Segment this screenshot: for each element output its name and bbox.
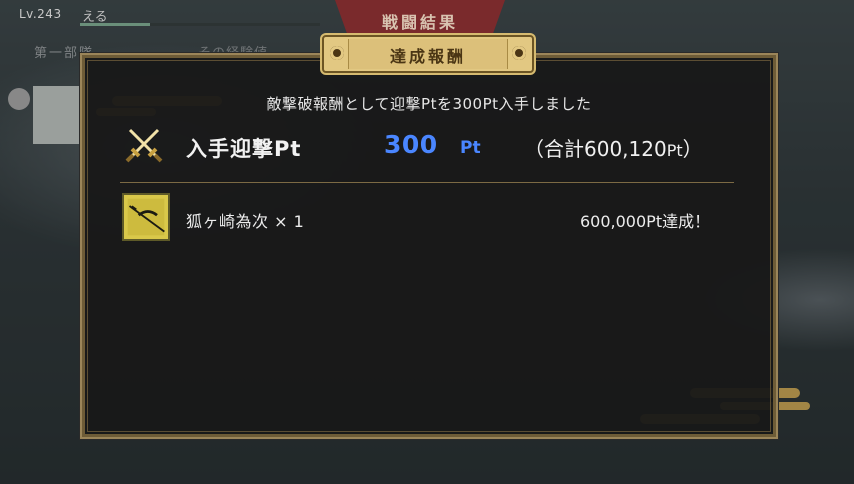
reward-description: 敵撃破報酬として迎撃Ptを300Pt入手しました xyxy=(266,95,592,113)
dialog-title: 達成報酬 xyxy=(389,47,466,66)
sword-item-icon xyxy=(122,193,170,241)
result-banner-title: 戦闘結果 xyxy=(381,13,458,32)
points-total-unit: Pt xyxy=(666,141,683,160)
points-label: 入手迎撃Pt xyxy=(186,137,302,161)
points-unit: Pt xyxy=(460,138,481,158)
reward-item-name: 狐ヶ崎為次 × 1 xyxy=(186,212,305,231)
unit-card xyxy=(33,86,83,144)
reward-dialog-inner-border xyxy=(87,60,771,432)
player-level: Lv.243 xyxy=(19,7,62,21)
points-total: （合計600,120Pt） xyxy=(524,133,703,162)
section-divider xyxy=(120,182,734,183)
crest-icon xyxy=(8,88,30,110)
points-total-suffix: ） xyxy=(682,137,703,161)
exp-bar xyxy=(80,23,320,26)
points-total-prefix: （合計600,120 xyxy=(524,137,667,161)
exp-bar-fill xyxy=(80,23,150,26)
reward-achievement-status: 600,000Pt達成！ xyxy=(580,212,711,231)
crossed-swords-icon xyxy=(125,128,163,163)
points-value: 300 xyxy=(384,130,438,159)
